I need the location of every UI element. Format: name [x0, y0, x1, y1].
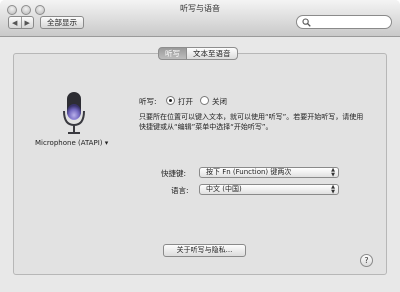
back-forward-control: ◀ ▶: [8, 16, 34, 29]
language-label: 语言:: [171, 186, 189, 195]
microphone-icon: [63, 92, 85, 134]
chevron-down-icon: ▾: [104, 139, 109, 147]
tab-text-to-speech[interactable]: 文本至语音: [187, 47, 238, 60]
popup-arrows-icon: ▲ ▼: [331, 184, 335, 195]
settings-panel: [13, 53, 387, 275]
microphone-selector[interactable]: Microphone (ATAPI) ▾: [35, 139, 108, 147]
popup-arrows-icon: ▲ ▼: [331, 167, 335, 178]
tab-bar: 听写 文本至语音: [158, 47, 238, 60]
preferences-window: 听写与语音 ◀ ▶ 全部显示 听写 文本至语音 Microphone (ATAP…: [0, 0, 400, 292]
dictation-mode-label: 听写:: [139, 97, 157, 106]
search-icon: [302, 18, 311, 27]
dictation-on-radio[interactable]: [166, 96, 175, 105]
help-button[interactable]: ?: [360, 254, 373, 267]
about-dictation-privacy-button[interactable]: 关于听写与隐私...: [163, 244, 246, 257]
dictation-on-label: 打开: [178, 97, 193, 106]
dictation-off-radio[interactable]: [200, 96, 209, 105]
shortcut-value: 按下 Fn (Function) 键两次: [206, 168, 292, 176]
search-field[interactable]: [296, 15, 392, 29]
microphone-label: Microphone (ATAPI): [35, 139, 103, 147]
dictation-off-label: 关闭: [212, 97, 227, 106]
shortcut-label: 快捷键:: [161, 169, 187, 178]
language-popup[interactable]: 中文 (中国) ▲ ▼: [199, 184, 339, 195]
show-all-button[interactable]: 全部显示: [40, 16, 84, 29]
forward-button[interactable]: ▶: [20, 17, 34, 28]
language-value: 中文 (中国): [206, 185, 242, 193]
dictation-description: 只要所在位置可以键入文本，就可以使用“听写”。若要开始听写，请使用快捷键或从“编…: [139, 113, 364, 131]
window-title: 听写与语音: [180, 4, 220, 13]
title-bar: 听写与语音 ◀ ▶ 全部显示: [0, 0, 400, 37]
back-button[interactable]: ◀: [9, 17, 21, 28]
shortcut-popup[interactable]: 按下 Fn (Function) 键两次 ▲ ▼: [199, 167, 339, 178]
tab-dictation[interactable]: 听写: [158, 47, 187, 60]
